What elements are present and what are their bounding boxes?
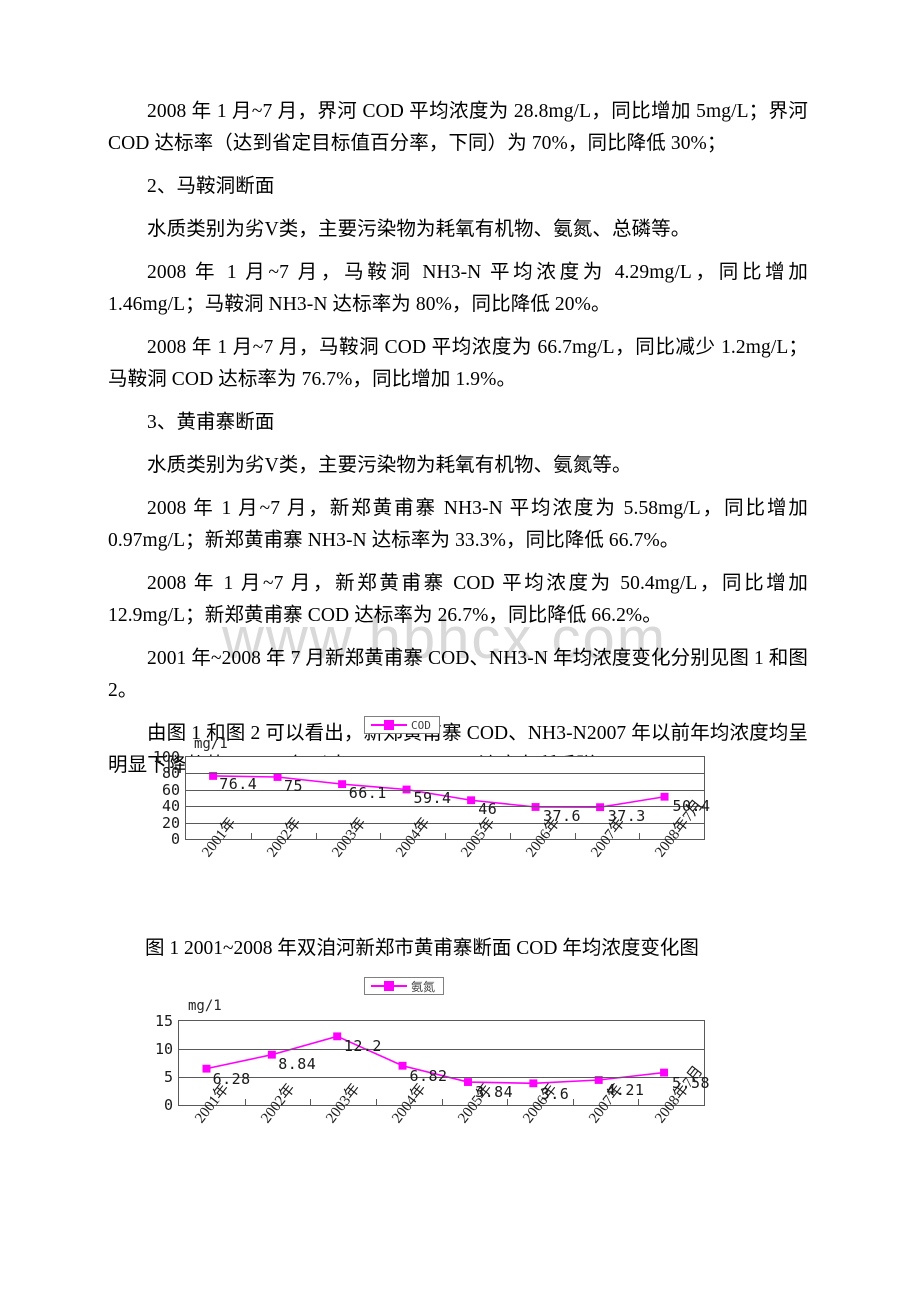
x-axis-tick-mark xyxy=(445,833,446,840)
y-axis-tick-label: 100 xyxy=(152,748,180,766)
figure-1-chart: COD mg/1 0 20 40 60 80 100 76.4 75 66.1 59.4 46 37.… xyxy=(108,700,808,930)
paragraph: 2008 年 1 月~7 月，马鞍洞 NH3-N 平均浓度为 4.29mg/L，… xyxy=(108,262,808,315)
x-axis-tick-mark xyxy=(574,833,576,840)
x-axis-tick-mark xyxy=(315,833,317,840)
paragraph-heading: 2、马鞍洞断面 xyxy=(147,176,275,197)
data-point-label: 12.2 xyxy=(343,1036,382,1055)
x-axis-tick-mark xyxy=(250,833,252,840)
x-axis-tick-mark xyxy=(375,1099,377,1106)
data-point-marker xyxy=(660,792,669,801)
x-axis-tick-mark xyxy=(380,833,382,840)
data-point-label: 59.4 xyxy=(413,789,452,808)
x-axis-tick-mark xyxy=(441,1099,443,1106)
data-point-marker xyxy=(267,1050,276,1059)
paragraph: 2008 年 1 月~7 月，界河 COD 平均浓度为 28.8mg/L，同比增… xyxy=(108,101,808,154)
document-body-text: 2008 年 1 月~7 月，界河 COD 平均浓度为 28.8mg/L，同比增… xyxy=(108,96,808,782)
y-axis-unit-label: mg/1 xyxy=(188,998,222,1014)
data-point-label: 8.84 xyxy=(278,1055,317,1074)
y-axis-tick-label: 20 xyxy=(161,813,180,832)
legend-label: 氨氮 xyxy=(411,979,436,994)
x-axis-tick-mark xyxy=(244,1099,246,1106)
y-axis-tick-label: 80 xyxy=(161,764,180,783)
data-point-marker xyxy=(398,1061,407,1070)
document-page: www.hbhcx.com 2008 年 1 月~7 月，界河 COD 平均浓度… xyxy=(0,0,920,1302)
data-point-marker xyxy=(464,1078,472,1086)
paragraph: 2008 年 1 月~7 月，新郑黄甫寨 COD 平均浓度为 50.4mg/L，… xyxy=(108,573,808,626)
paragraph-heading: 3、黄甫寨断面 xyxy=(147,412,275,433)
data-point-marker xyxy=(333,1032,342,1041)
legend-line-marker-icon xyxy=(371,720,407,730)
paragraph: 水质类别为劣V类，主要污染物为耗氧有机物、氨氮等。 xyxy=(147,455,632,476)
y-axis-unit-label: mg/1 xyxy=(194,736,228,752)
x-axis-tick-mark xyxy=(509,833,511,840)
y-axis-tick-label: 15 xyxy=(154,1012,173,1030)
gridline xyxy=(179,1049,704,1050)
data-point-label: 66.1 xyxy=(348,783,387,802)
chart-legend: COD xyxy=(364,716,440,734)
data-point-label: 75 xyxy=(283,776,303,795)
legend-label: COD xyxy=(411,718,431,732)
x-axis-tick-mark xyxy=(572,1099,574,1106)
paragraph: 2008 年 1 月~7 月，新郑黄甫寨 NH3-N 平均浓度为 5.58mg/… xyxy=(108,498,808,551)
y-axis-tick-label: 10 xyxy=(154,1040,173,1058)
paragraph: 2001 年~2008 年 7 月新郑黄甫寨 COD、NH3-N 年均浓度变化分… xyxy=(108,648,809,701)
x-axis-tick-mark xyxy=(638,1099,640,1106)
paragraph: 水质类别为劣V类，主要污染物为耗氧有机物、氨氮、总磷等。 xyxy=(147,219,691,240)
x-axis-tick-mark xyxy=(639,833,641,840)
figure-1-caption: 图 1 2001~2008 年双洎河新郑市黄甫寨断面 COD 年均浓度变化图 xyxy=(145,938,699,959)
data-point-marker xyxy=(467,796,476,805)
data-point-marker xyxy=(529,1079,538,1088)
y-axis-tick-label: 0 xyxy=(163,1096,173,1114)
data-point-label: 76.4 xyxy=(219,775,258,794)
y-axis-tick-label: 5 xyxy=(163,1068,173,1086)
y-axis-tick-label: 0 xyxy=(170,830,180,848)
gridline xyxy=(186,773,704,775)
data-point-marker xyxy=(202,1064,211,1073)
paragraph: 2008 年 1 月~7 月，马鞍洞 COD 平均浓度为 66.7mg/L，同比… xyxy=(108,337,808,390)
legend-line-marker-icon xyxy=(371,981,407,991)
figure-2-chart: 氨氮 mg/1 0 5 10 15 6.28 8.84 12.2 6.82 3.84 3.6 4.2… xyxy=(108,968,808,1198)
y-axis-tick-label: 60 xyxy=(161,780,180,799)
y-axis-tick-label: 40 xyxy=(161,797,180,816)
data-point-marker xyxy=(338,780,347,789)
x-axis-tick-mark xyxy=(310,1099,312,1106)
chart-legend: 氨氮 xyxy=(364,977,445,995)
data-point-marker xyxy=(660,1068,669,1077)
